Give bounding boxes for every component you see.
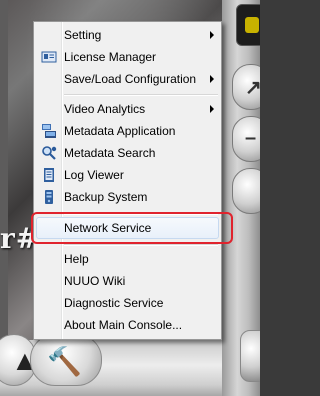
annotation-highlight-box [31,212,233,244]
menu-item-about-main-console[interactable]: About Main Console... [36,314,219,336]
menu-item-diagnostic-service[interactable]: Diagnostic Service [36,292,219,314]
menu-item-backup-system[interactable]: Backup System [36,186,219,208]
menu-item-help[interactable]: Help [36,248,219,270]
minus-icon[interactable]: – [232,116,260,162]
license-icon [41,51,57,63]
submenu-arrow-icon [210,75,214,83]
metadata-application-icon [42,124,56,138]
hammer-icon: 🔨 [47,346,82,377]
zoom-icon[interactable]: ↗ [232,64,260,110]
feed-left-border [0,0,8,340]
camera-status-icon [236,4,260,46]
submenu-arrow-icon [210,105,214,113]
menu-separator [64,244,218,246]
menu-separator [64,94,218,96]
control-button[interactable] [232,168,260,214]
side-button-bottom[interactable] [240,330,260,382]
menu-item-nuuo-wiki[interactable]: NUUO Wiki [36,270,219,292]
tools-hammer-button[interactable]: 🔨 [30,334,102,386]
menu-item-license-manager[interactable]: License Manager [36,46,219,68]
menu-item-metadata-application[interactable]: Metadata Application [36,120,219,142]
menu-item-setting[interactable]: Setting [36,24,219,46]
menu-item-log-viewer[interactable]: Log Viewer [36,164,219,186]
menu-item-metadata-search[interactable]: Metadata Search [36,142,219,164]
backup-system-icon [45,190,53,204]
menu-item-save-load-configuration[interactable]: Save/Load Configuration [36,68,219,90]
log-viewer-icon [44,168,54,182]
menu-item-video-analytics[interactable]: Video Analytics [36,98,219,120]
metadata-search-icon [42,146,57,160]
main-console-context-menu: Setting License Manager Save/Load Config… [33,21,222,340]
submenu-arrow-icon [210,31,214,39]
